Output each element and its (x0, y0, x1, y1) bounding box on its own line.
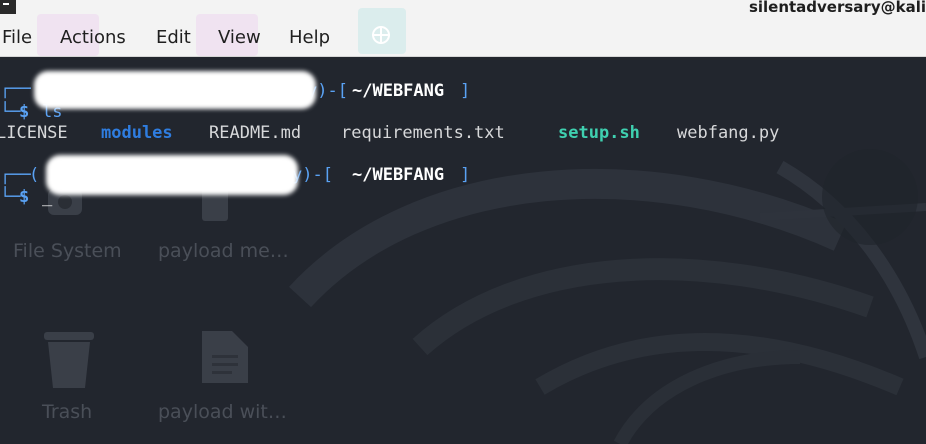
prompt-dollar: $ (19, 187, 30, 207)
prompt-path: ~/WEBFANG (352, 165, 445, 185)
desktop-label-payload-me[interactable]: payload me… (158, 240, 289, 262)
redaction-mark (34, 71, 316, 109)
menu-view[interactable]: View (218, 27, 261, 48)
file-entry: LICENSE (0, 123, 68, 143)
window-title: silentadversary@kali (748, 0, 926, 16)
prompt-frame-top: ┌── (0, 79, 31, 99)
dir-entry: modules (101, 123, 173, 143)
file-entry: requirements.txt (341, 123, 505, 143)
prompt-open: ( (29, 165, 40, 185)
desktop-label-payload-wit[interactable]: payload wit… (158, 401, 287, 423)
prompt-close: ] (460, 165, 471, 185)
menu-file[interactable]: File (2, 27, 32, 48)
file-entry: README.md (209, 123, 302, 143)
desktop-label-filesystem[interactable]: File System (13, 240, 122, 262)
menu-bar: File Actions Edit View Help (0, 8, 926, 57)
prompt-frame-bottom: └─ (0, 187, 21, 207)
globe-icon (372, 26, 390, 44)
prompt-dollar: $ (19, 102, 30, 122)
prompt-frame-top: ┌── (0, 165, 31, 185)
menu-edit[interactable]: Edit (156, 27, 191, 48)
file-entry: webfang.py (677, 123, 780, 143)
terminal-output[interactable]: File System payload me… Trash payload wi… (0, 57, 926, 444)
trash-icon (44, 332, 94, 388)
exec-entry: setup.sh (558, 123, 640, 143)
title-bar: silentadversary@kali (0, 0, 926, 20)
menu-actions[interactable]: Actions (60, 27, 126, 48)
prompt-close: ] (460, 81, 471, 101)
prompt-suffix: y)-[ (292, 165, 333, 185)
kali-wallpaper (288, 149, 926, 444)
prompt-frame-bottom: └─ (0, 102, 21, 122)
desktop-label-trash[interactable]: Trash (42, 401, 92, 423)
prompt-path: ~/WEBFANG (352, 81, 445, 101)
file-icon (202, 331, 248, 383)
menu-help[interactable]: Help (289, 27, 330, 48)
terminal-app-icon[interactable] (0, 0, 16, 14)
redaction-mark (46, 155, 298, 195)
